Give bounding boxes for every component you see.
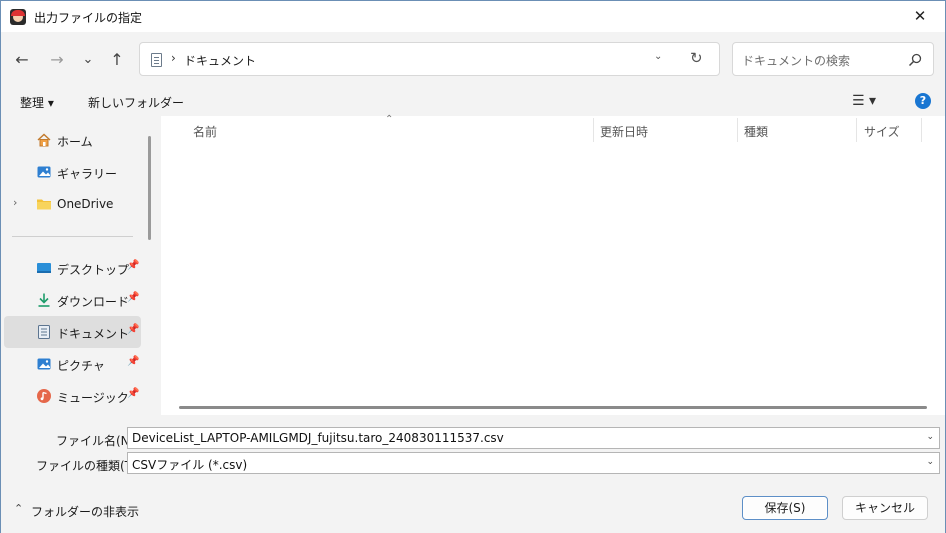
back-button[interactable]: ← <box>10 48 34 72</box>
save-form: ファイル名(N): DeviceList_LAPTOP-AMILGMDJ_fuj… <box>1 415 945 533</box>
title-bar: 出力ファイルの指定 ✕ <box>1 1 945 32</box>
nav-divider <box>12 236 133 237</box>
breadcrumb-documents[interactable]: ドキュメント <box>184 52 256 69</box>
sidebar-item-label: ミュージック <box>57 391 129 405</box>
sidebar-item-desktop[interactable]: デスクトップ 📌 <box>4 252 141 284</box>
column-divider[interactable] <box>737 118 738 142</box>
desktop-icon <box>37 263 51 273</box>
pin-icon: 📌 <box>127 292 140 303</box>
app-icon <box>10 9 26 25</box>
pin-icon: 📌 <box>127 388 140 399</box>
document-icon <box>151 53 162 67</box>
refresh-icon[interactable]: ↻ <box>690 49 703 67</box>
search-input[interactable]: ドキュメントの検索 <box>732 42 934 76</box>
save-dialog: 出力ファイルの指定 ✕ ← → ⌄ ↑ › ドキュメント ⌄ ↻ ドキュメントの… <box>0 0 946 533</box>
command-bar: 整理 ▾ 新しいフォルダー ☰ ▾ ? <box>1 87 945 116</box>
navigation-pane: ホーム ギャラリー › OneDrive デスクトップ 📌 ダウンロード 📌 ド… <box>1 116 161 415</box>
filetype-value: CSVファイル (*.csv) <box>132 458 248 472</box>
pin-icon: 📌 <box>127 356 140 367</box>
pin-icon: 📌 <box>127 324 140 335</box>
music-icon <box>37 389 51 403</box>
sidebar-item-music[interactable]: ミュージック 📌 <box>4 380 141 412</box>
file-list: ⌃ 名前 更新日時 種類 サイズ <box>161 114 945 415</box>
filename-field[interactable]: DeviceList_LAPTOP-AMILGMDJ_fujitsu.taro_… <box>127 427 940 449</box>
column-divider[interactable] <box>921 118 922 142</box>
recent-locations-button[interactable]: ⌄ <box>76 48 100 72</box>
organize-button[interactable]: 整理 ▾ <box>20 94 54 111</box>
sidebar-item-gallery[interactable]: ギャラリー <box>4 156 141 188</box>
sidebar-item-label: OneDrive <box>57 197 114 211</box>
horizontal-scrollbar[interactable] <box>179 406 927 409</box>
pin-icon: 📌 <box>127 260 140 271</box>
folder-icon <box>37 199 51 210</box>
new-folder-button[interactable]: 新しいフォルダー <box>88 94 184 111</box>
gallery-icon <box>37 166 51 178</box>
column-header-type[interactable]: 種類 <box>744 123 768 140</box>
address-bar[interactable]: › ドキュメント ⌄ ↻ <box>139 42 720 76</box>
cancel-button[interactable]: キャンセル <box>842 496 928 520</box>
sidebar-item-label: ピクチャ <box>57 359 105 373</box>
sort-ascending-icon: ⌃ <box>385 114 394 125</box>
breadcrumb-separator: › <box>171 51 176 65</box>
sidebar-item-onedrive[interactable]: › OneDrive <box>4 188 141 220</box>
filetype-label: ファイルの種類(T): <box>36 459 141 473</box>
document-icon <box>38 325 50 339</box>
column-header-size[interactable]: サイズ <box>864 123 900 140</box>
expand-chevron-icon[interactable]: › <box>13 196 17 209</box>
search-placeholder: ドキュメントの検索 <box>742 54 851 68</box>
forward-button[interactable]: → <box>45 48 69 72</box>
sidebar-item-label: ドキュメント <box>57 327 130 341</box>
navigation-scrollbar[interactable] <box>148 136 151 240</box>
help-icon[interactable]: ? <box>915 93 931 109</box>
save-button[interactable]: 保存(S) <box>742 496 828 520</box>
filetype-select[interactable]: CSVファイル (*.csv) ⌄ <box>127 452 940 474</box>
window-title: 出力ファイルの指定 <box>34 11 143 25</box>
chevron-down-icon[interactable]: ⌄ <box>926 457 934 467</box>
navigation-bar: ← → ⌄ ↑ › ドキュメント ⌄ ↻ ドキュメントの検索 <box>1 32 945 87</box>
filename-value: DeviceList_LAPTOP-AMILGMDJ_fujitsu.taro_… <box>132 431 504 445</box>
hide-folders-button[interactable]: フォルダーの非表示 <box>31 503 139 520</box>
view-options-button[interactable]: ☰ ▾ <box>852 93 876 109</box>
column-divider[interactable] <box>856 118 857 142</box>
search-icon[interactable] <box>908 53 922 67</box>
sidebar-item-documents[interactable]: ドキュメント 📌 <box>4 316 141 348</box>
close-button[interactable]: ✕ <box>899 2 941 31</box>
chevron-up-icon[interactable]: ⌃ <box>14 502 23 515</box>
home-icon <box>37 133 51 147</box>
up-button[interactable]: ↑ <box>105 48 129 72</box>
sidebar-item-downloads[interactable]: ダウンロード 📌 <box>4 284 141 316</box>
sidebar-item-pictures[interactable]: ピクチャ 📌 <box>4 348 141 380</box>
sidebar-item-home[interactable]: ホーム <box>4 124 141 156</box>
column-header-name[interactable]: 名前 <box>193 123 217 140</box>
column-divider[interactable] <box>593 118 594 142</box>
chevron-down-icon[interactable]: ⌄ <box>926 432 934 442</box>
sidebar-item-label: ダウンロード <box>57 295 130 309</box>
address-dropdown-icon[interactable]: ⌄ <box>654 51 662 62</box>
sidebar-item-label: ギャラリー <box>57 167 118 181</box>
download-icon <box>38 293 50 307</box>
sidebar-item-label: ホーム <box>57 135 93 149</box>
sidebar-item-label: デスクトップ <box>57 263 130 277</box>
pictures-icon <box>37 358 51 370</box>
column-header-modified[interactable]: 更新日時 <box>600 123 648 140</box>
